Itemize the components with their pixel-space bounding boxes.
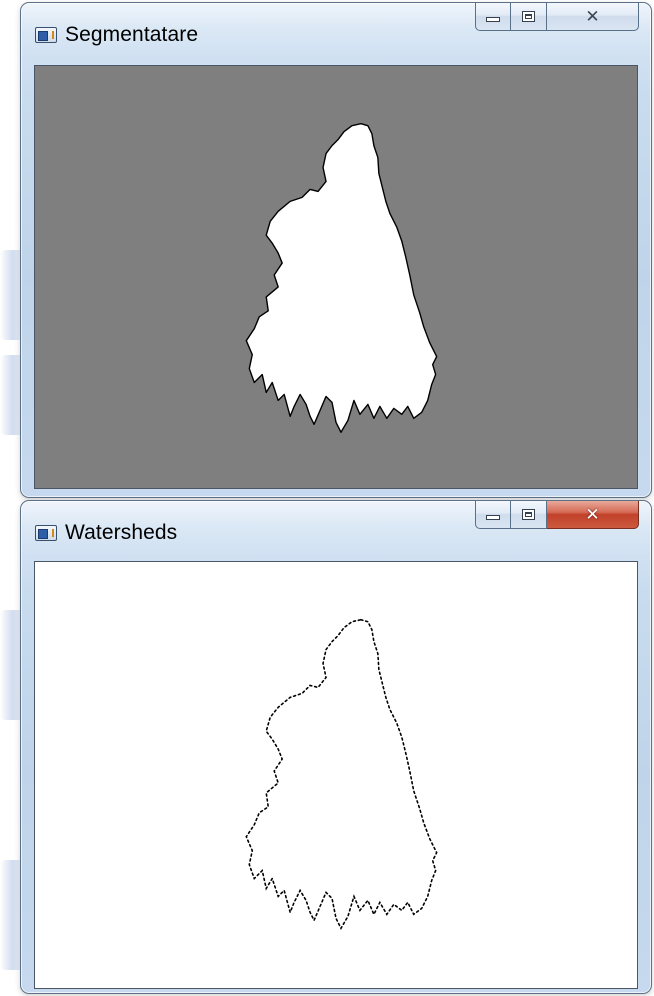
close-icon: ✕: [585, 505, 600, 524]
maximize-button[interactable]: [511, 3, 547, 31]
close-button[interactable]: ✕: [547, 501, 639, 529]
close-button[interactable]: ✕: [547, 3, 639, 31]
segmented-region: [245, 123, 438, 433]
maximize-button[interactable]: [511, 501, 547, 529]
watersheds-window: Watersheds ✕: [20, 500, 652, 994]
minimize-button[interactable]: [475, 501, 511, 529]
minimize-icon: [486, 16, 500, 22]
segmentation-window: Segmentatare ✕: [20, 2, 652, 498]
window-title: Segmentatare: [65, 23, 199, 46]
window-app-icon[interactable]: [35, 27, 57, 43]
window-controls: ✕: [475, 501, 639, 531]
window-controls: ✕: [475, 3, 639, 33]
segmentation-canvas[interactable]: [34, 65, 638, 489]
window-app-icon[interactable]: [35, 525, 57, 541]
close-icon: ✕: [585, 7, 600, 26]
minimize-icon: [486, 514, 500, 520]
segmentation-image: [245, 123, 438, 433]
maximize-icon: [522, 11, 535, 22]
watershed-boundary: [245, 618, 438, 930]
minimize-button[interactable]: [475, 3, 511, 31]
watersheds-canvas[interactable]: [34, 561, 638, 989]
maximize-icon: [522, 509, 535, 520]
watersheds-image: [245, 618, 438, 930]
window-title: Watersheds: [65, 521, 178, 544]
